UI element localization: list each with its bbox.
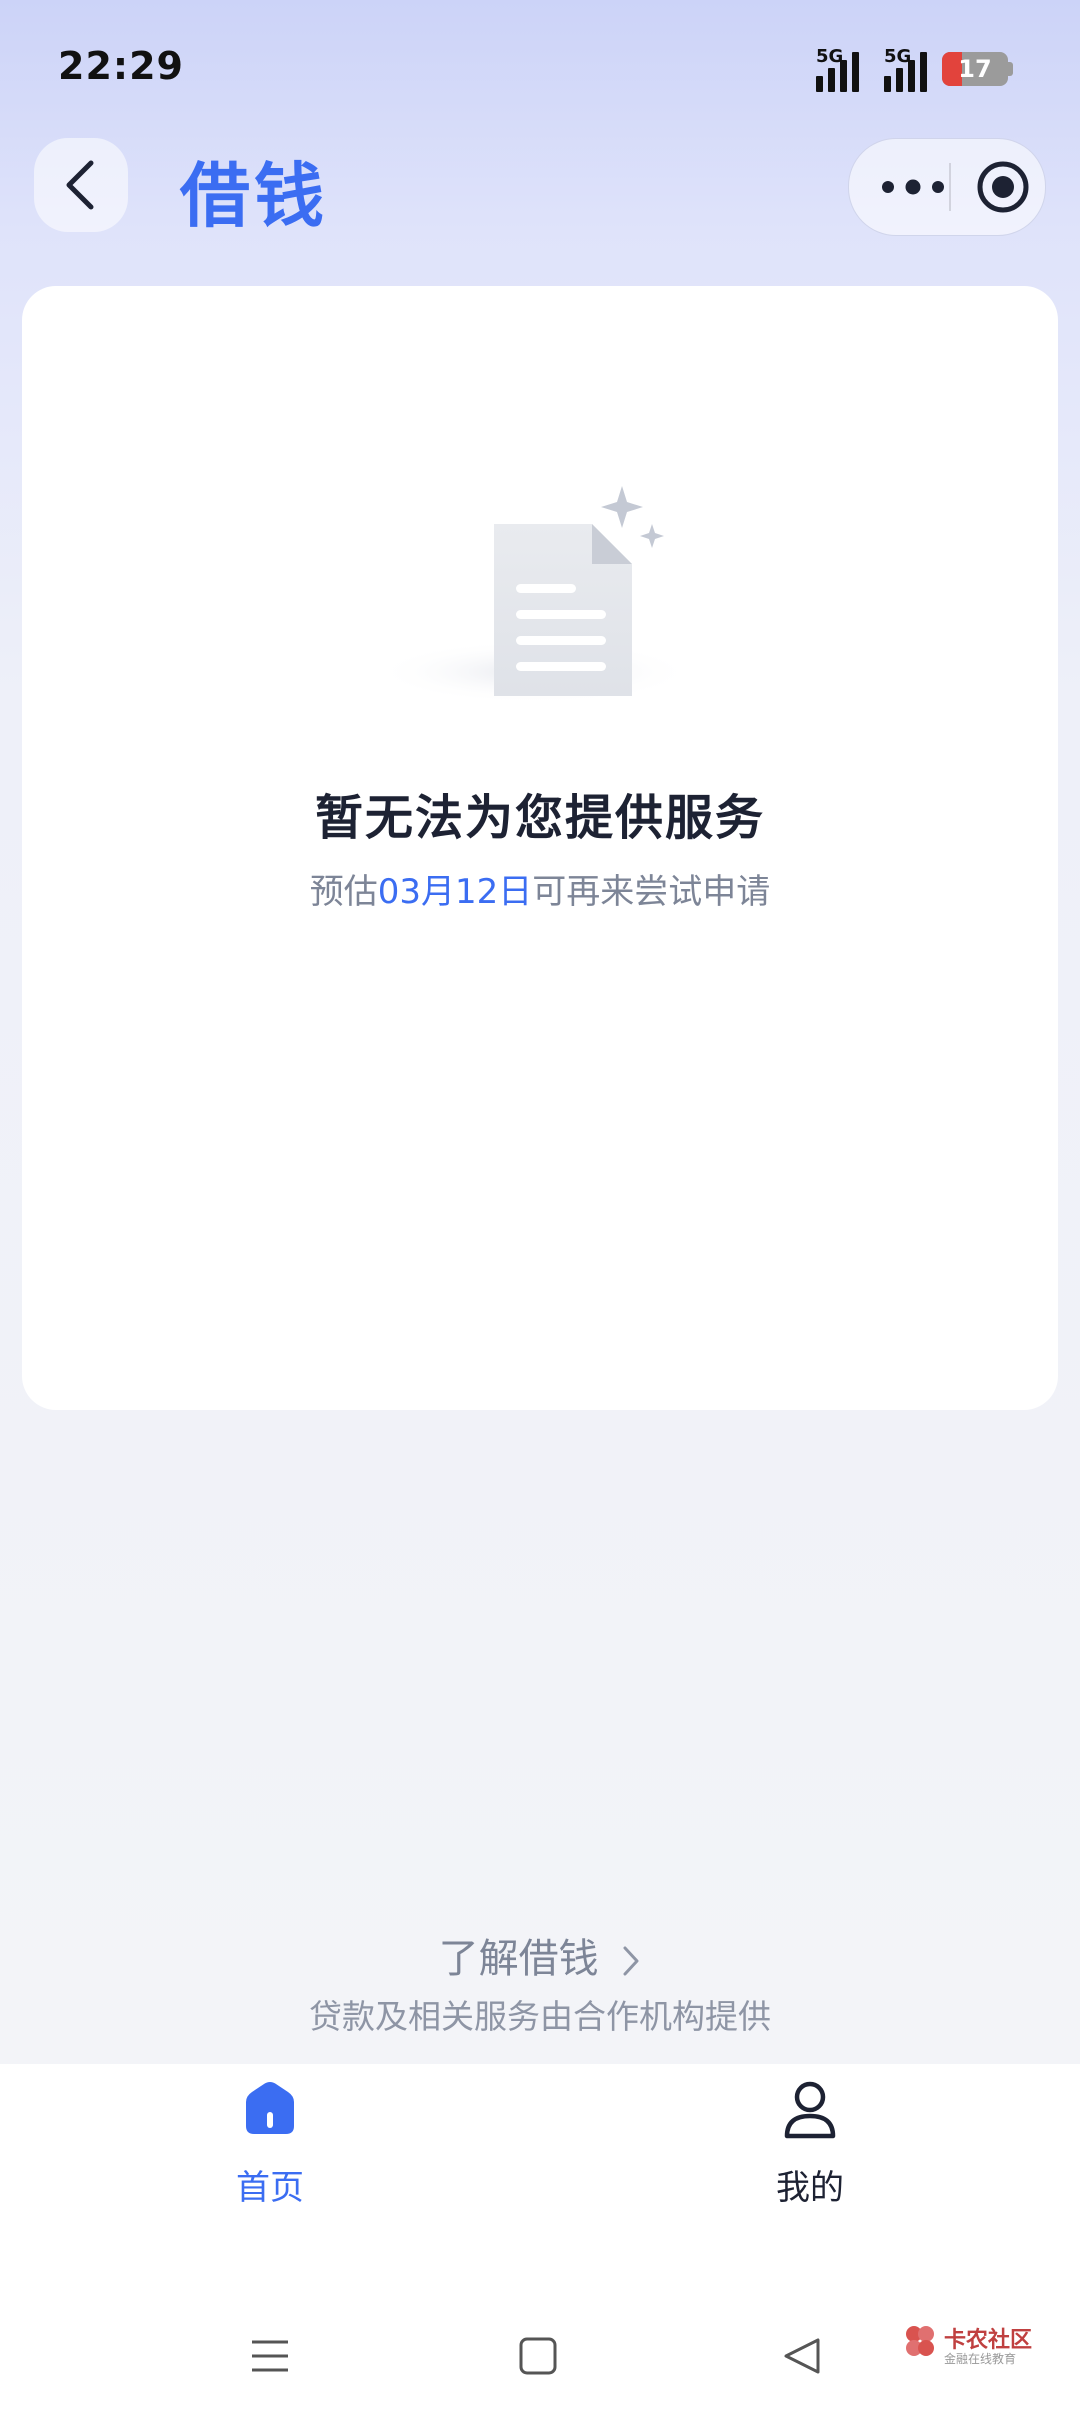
retry-date: 03月12日: [377, 872, 533, 912]
tab-mine[interactable]: 我的: [720, 2080, 900, 2208]
triangle-back-icon: [784, 2338, 820, 2374]
target-icon: [977, 161, 1029, 213]
page-title: 借钱: [180, 155, 328, 237]
menu-icon: [252, 2340, 288, 2372]
home-icon: [246, 2082, 294, 2134]
close-miniprogram-button[interactable]: [969, 139, 1037, 235]
home-nav-button[interactable]: [508, 2326, 568, 2386]
signal-icon-2: 5G: [876, 46, 932, 92]
recent-apps-button[interactable]: [240, 2326, 300, 2386]
status-time: 22:29: [58, 44, 184, 88]
battery-icon: 17: [942, 52, 1008, 86]
chevron-left-icon: [66, 160, 94, 210]
back-button[interactable]: [34, 138, 128, 232]
subtitle-prefix: 预估: [309, 872, 378, 912]
mini-program-capsule: [848, 138, 1046, 236]
back-nav-button[interactable]: [772, 2326, 832, 2386]
tab-home[interactable]: 首页: [180, 2080, 360, 2208]
watermark-logo-icon: [906, 2326, 934, 2356]
battery-level: 17: [958, 55, 992, 83]
chevron-right-icon: [623, 1946, 639, 1976]
empty-state-subtitle: 预估03月12日可再来尝试申请: [22, 864, 1058, 913]
provider-note: 贷款及相关服务由合作机构提供: [309, 1997, 771, 2036]
tab-home-label: 首页: [236, 2168, 304, 2208]
learn-more-link[interactable]: 了解借钱: [0, 1926, 1080, 1984]
more-dots-icon: [882, 179, 944, 195]
more-button[interactable]: [869, 139, 957, 235]
learn-more-label: 了解借钱: [438, 1936, 599, 1982]
empty-state-card: 暂无法为您提供服务 预估03月12日可再来尝试申请: [22, 286, 1058, 1410]
person-icon: [784, 2081, 836, 2139]
watermark: 卡农社区 金融在线教育: [900, 2322, 1060, 2372]
square-icon: [519, 2337, 557, 2375]
subtitle-suffix: 可再来尝试申请: [532, 872, 771, 912]
status-bar: 22:29 5G 5G 17: [0, 0, 1080, 130]
signal-icon: 5G: [808, 46, 864, 92]
tab-mine-label: 我的: [776, 2168, 844, 2208]
empty-state-title: 暂无法为您提供服务: [314, 790, 765, 846]
empty-document-illustration: [384, 486, 694, 704]
watermark-tagline: 金融在线教育: [944, 2352, 1017, 2366]
